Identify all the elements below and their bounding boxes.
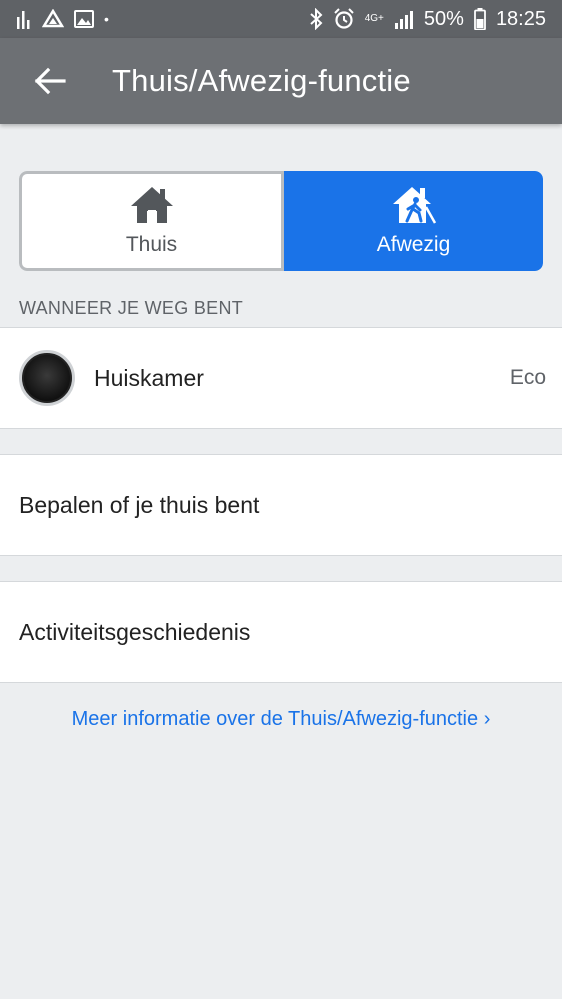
status-bar: • 4G+ 50% 18:25 (0, 0, 562, 38)
device-mode: Eco (509, 366, 546, 389)
more-info-link[interactable]: Meer informatie over de Thuis/Afwezig-fu… (0, 708, 562, 731)
notification-dot-icon: • (104, 11, 109, 27)
device-row-huiskamer[interactable]: Huiskamer Eco (0, 327, 562, 429)
page-title: Thuis/Afwezig-functie (112, 63, 411, 98)
device-name: Huiskamer (94, 364, 204, 391)
status-left: • (16, 9, 109, 29)
determine-presence-label: Bepalen of je thuis bent (19, 491, 260, 518)
clock: 18:25 (495, 7, 546, 30)
app-bar: Thuis/Afwezig-functie (0, 38, 562, 124)
drive-icon (42, 9, 64, 28)
home-mode-button[interactable]: Thuis (19, 171, 284, 271)
away-mode-label: Afwezig (376, 233, 451, 256)
alarm-icon (334, 8, 354, 29)
bluetooth-icon (310, 8, 323, 30)
section-header-away: WANNEER JE WEG BENT (19, 298, 244, 318)
more-info-link-text: Meer informatie over de Thuis/Afwezig-fu… (71, 708, 479, 730)
arrow-left-icon (34, 67, 66, 95)
thermostat-icon (19, 350, 75, 406)
chevron-right-icon: › (483, 708, 491, 730)
home-icon (130, 187, 173, 223)
activity-history-row[interactable]: Activiteitsgeschiedenis (0, 581, 562, 683)
battery-icon (474, 8, 486, 30)
determine-presence-row[interactable]: Bepalen of je thuis bent (0, 454, 562, 556)
away-home-walking-icon (392, 187, 436, 224)
battery-percent: 50% (423, 7, 464, 30)
signal-stats-icon (17, 11, 30, 29)
status-right: 4G+ 50% 18:25 (309, 8, 546, 31)
activity-history-label: Activiteitsgeschiedenis (19, 618, 251, 645)
image-icon (74, 10, 94, 28)
back-button[interactable] (0, 38, 100, 124)
cell-signal-icon (394, 11, 413, 29)
home-away-toggle: Thuis Afwezig (19, 171, 543, 271)
network-type: 4G+ (364, 13, 384, 24)
home-mode-label: Thuis (125, 233, 178, 256)
away-mode-button[interactable]: Afwezig (284, 171, 543, 271)
